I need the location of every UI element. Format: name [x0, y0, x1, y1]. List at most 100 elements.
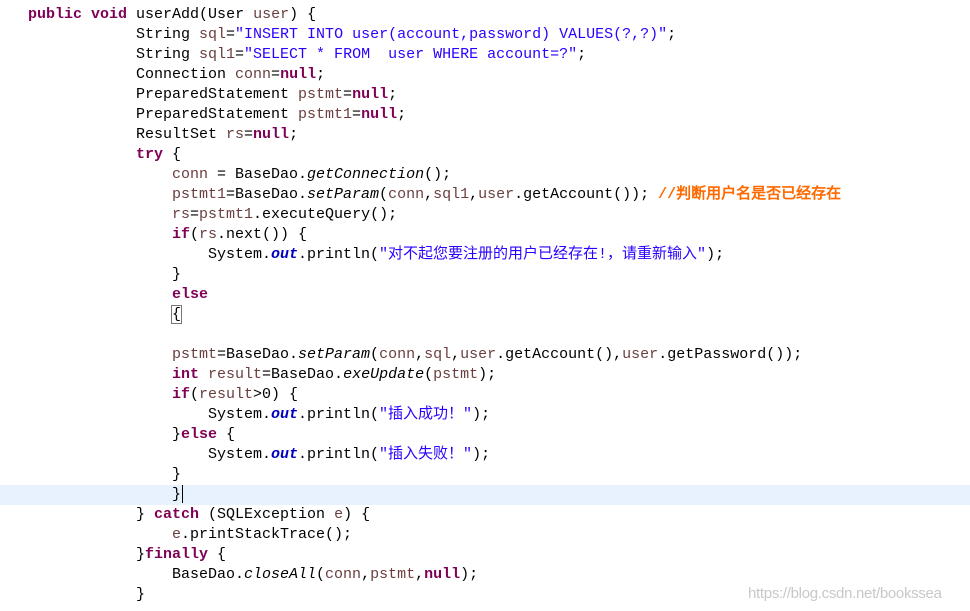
- code-line[interactable]: }: [0, 465, 970, 485]
- line-content: conn = BaseDao.getConnection();: [172, 165, 451, 185]
- line-content: }: [172, 465, 181, 485]
- code-text: = BaseDao.: [208, 166, 308, 183]
- keyword: null: [352, 86, 389, 103]
- code-line[interactable]: conn = BaseDao.getConnection();: [0, 165, 970, 185]
- variable: e: [172, 526, 182, 543]
- code-text: ) {: [289, 6, 317, 23]
- code-text: );: [706, 246, 725, 263]
- keyword: else: [181, 426, 218, 443]
- code-line[interactable]: pstmt=BaseDao.setParam(conn,sql,user.get…: [0, 345, 970, 365]
- variable: pstmt1: [298, 106, 353, 123]
- code-line[interactable]: System.out.println("插入成功！");: [0, 405, 970, 425]
- code-text: );: [472, 446, 491, 463]
- code-text: >0) {: [253, 386, 299, 403]
- code-text: System.: [208, 406, 272, 423]
- line-content: try {: [136, 145, 181, 165]
- code-line[interactable]: PreparedStatement pstmt1=null;: [0, 105, 970, 125]
- code-line[interactable]: System.out.println("对不起您要注册的用户已经存在!，请重新输…: [0, 245, 970, 265]
- code-text: System.: [208, 446, 272, 463]
- code-line[interactable]: } catch (SQLException e) {: [0, 505, 970, 525]
- code-text: }: [136, 586, 146, 603]
- line-content: int result=BaseDao.exeUpdate(pstmt);: [172, 365, 496, 385]
- line-content: Connection conn=null;: [136, 65, 325, 85]
- line-content: String sql="INSERT INTO user(account,pas…: [136, 25, 676, 45]
- code-text: .println(: [298, 246, 380, 263]
- keyword: public: [28, 6, 83, 23]
- static-field: out: [271, 446, 299, 463]
- variable: pstmt1: [172, 186, 227, 203]
- code-text: ;: [289, 126, 299, 143]
- string-literal: "对不起您要注册的用户已经存在!，请重新输入": [379, 246, 707, 263]
- code-text: (: [190, 226, 200, 243]
- code-line[interactable]: [0, 325, 970, 345]
- code-line[interactable]: {: [0, 305, 970, 325]
- code-text: );: [460, 566, 479, 583]
- code-line[interactable]: if(result>0) {: [0, 385, 970, 405]
- code-text: );: [478, 366, 497, 383]
- code-line[interactable]: try {: [0, 145, 970, 165]
- code-line[interactable]: int result=BaseDao.exeUpdate(pstmt);: [0, 365, 970, 385]
- code-text: ,: [415, 346, 425, 363]
- code-text: ;: [388, 86, 398, 103]
- variable: user: [460, 346, 497, 363]
- code-text: }: [172, 266, 182, 283]
- variable: e: [334, 506, 344, 523]
- code-editor[interactable]: @Overridepublic void userAdd(User user) …: [0, 0, 970, 611]
- code-line[interactable]: }: [0, 265, 970, 285]
- code-text: (SQLException: [199, 506, 335, 523]
- code-text: {: [163, 146, 182, 163]
- code-line[interactable]: Connection conn=null;: [0, 65, 970, 85]
- variable: sql1: [199, 46, 236, 63]
- code-text: .printStackTrace();: [181, 526, 353, 543]
- static-method: exeUpdate: [343, 366, 425, 383]
- code-line[interactable]: ResultSet rs=null;: [0, 125, 970, 145]
- code-line[interactable]: BaseDao.closeAll(conn,pstmt,null);: [0, 565, 970, 585]
- watermark: https://blog.csdn.net/bookssea: [748, 585, 942, 602]
- code-text: }: [172, 426, 182, 443]
- code-text: =: [235, 46, 245, 63]
- code-line[interactable]: rs=pstmt1.executeQuery();: [0, 205, 970, 225]
- comment: //判断用户名是否已经存在: [658, 186, 842, 203]
- variable: conn: [172, 166, 209, 183]
- line-content: } catch (SQLException e) {: [136, 505, 370, 525]
- line-content: PreparedStatement pstmt1=null;: [136, 105, 406, 125]
- code-text: .println(: [298, 446, 380, 463]
- code-text: =: [343, 86, 353, 103]
- code-line[interactable]: else: [0, 285, 970, 305]
- keyword: if: [172, 386, 191, 403]
- variable: conn: [325, 566, 362, 583]
- static-method: getConnection: [307, 166, 425, 183]
- code-text: .next()) {: [217, 226, 308, 243]
- code-line[interactable]: pstmt1=BaseDao.setParam(conn,sql1,user.g…: [0, 185, 970, 205]
- code-text: (: [190, 386, 200, 403]
- code-text: ();: [424, 166, 452, 183]
- code-line[interactable]: e.printStackTrace();: [0, 525, 970, 545]
- line-content: pstmt=BaseDao.setParam(conn,sql,user.get…: [172, 345, 802, 365]
- line-content: BaseDao.closeAll(conn,pstmt,null);: [172, 565, 478, 585]
- code-line[interactable]: }finally {: [0, 545, 970, 565]
- code-text: BaseDao.: [172, 566, 245, 583]
- code-text: ;: [316, 66, 326, 83]
- code-line[interactable]: public void userAdd(User user) {: [0, 5, 970, 25]
- code-text: =: [244, 126, 254, 143]
- code-text: );: [472, 406, 491, 423]
- code-line[interactable]: PreparedStatement pstmt=null;: [0, 85, 970, 105]
- code-line[interactable]: String sql1="SELECT * FROM user WHERE ac…: [0, 45, 970, 65]
- code-line[interactable]: if(rs.next()) {: [0, 225, 970, 245]
- line-content: if(rs.next()) {: [172, 225, 307, 245]
- code-line-current[interactable]: }: [0, 485, 970, 505]
- code-text: ,: [451, 346, 461, 363]
- keyword: null: [280, 66, 317, 83]
- code-line[interactable]: String sql="INSERT INTO user(account,pas…: [0, 25, 970, 45]
- code-text: {: [217, 426, 236, 443]
- keyword: try: [136, 146, 164, 163]
- code-text: ,: [424, 186, 434, 203]
- code-text: }: [172, 486, 182, 503]
- code-line[interactable]: System.out.println("插入失败！");: [0, 445, 970, 465]
- code-text: =BaseDao.: [226, 186, 308, 203]
- variable: pstmt1: [199, 206, 254, 223]
- line-content: }: [172, 265, 181, 285]
- code-line[interactable]: }else {: [0, 425, 970, 445]
- keyword: null: [253, 126, 290, 143]
- string-literal: "插入失败！": [379, 446, 473, 463]
